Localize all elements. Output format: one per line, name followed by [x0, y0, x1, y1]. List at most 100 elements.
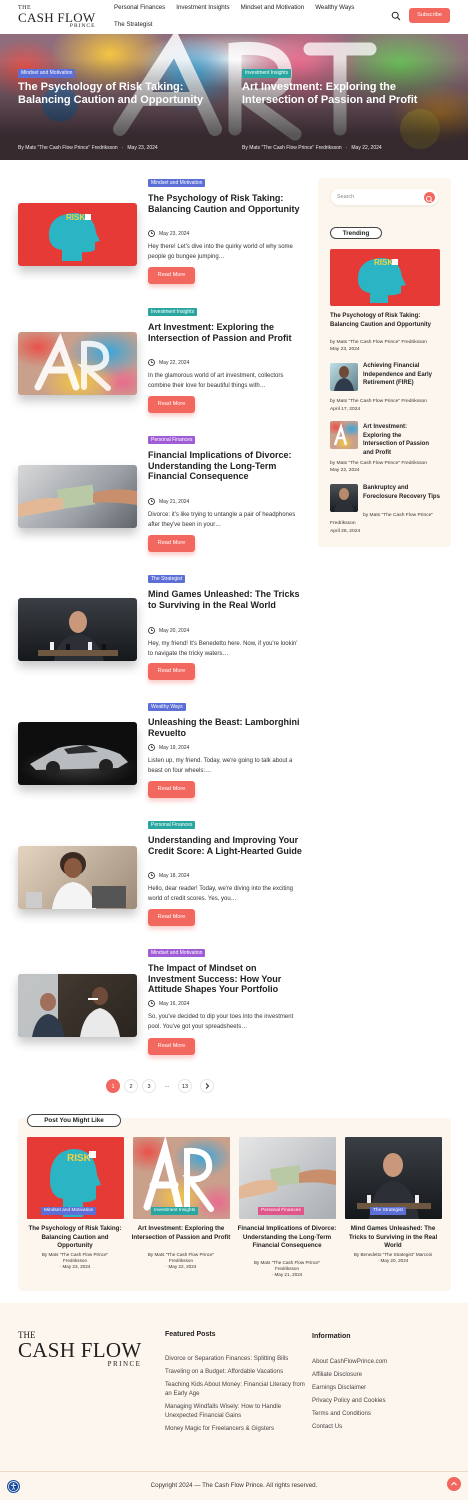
related-title[interactable]: Art Investment: Exploring the Intersecti… — [131, 1225, 231, 1242]
hero-author[interactable]: By Mats "The Cash Flow Prince" Fredrikss… — [18, 145, 118, 151]
post-thumbnail-lamborghini[interactable] — [18, 722, 137, 785]
footer-info-link[interactable]: Affiliate Disclosure — [312, 1370, 362, 1379]
pagination-page[interactable]: 1 — [106, 1079, 120, 1093]
post-category-badge[interactable]: Mindset and Motivation — [148, 949, 206, 957]
trending-author[interactable]: Fredriksson — [330, 520, 356, 528]
related-category-badge[interactable]: Investment Insights — [151, 1207, 199, 1215]
footer-featured-link[interactable]: Traveling on a Budget: Affordable Vacati… — [165, 1367, 305, 1376]
post-title[interactable]: Understanding and Improving Your Credit … — [148, 835, 306, 856]
footer-logo[interactable]: THE CASH FLOW PRINCE — [18, 1331, 141, 1368]
sidebar-search-button[interactable] — [424, 192, 435, 203]
post-thumbnail-art[interactable] — [18, 332, 137, 395]
trending-author[interactable]: by Mats "The Cash Flow Prince" — [363, 512, 433, 520]
trending-featured-image[interactable]: RISK — [330, 249, 440, 306]
hero-category-badge[interactable]: Investment Insights — [242, 69, 292, 78]
trending-thumb-bankruptcy[interactable] — [330, 484, 358, 512]
accessibility-button[interactable] — [7, 1480, 20, 1493]
related-title[interactable]: Financial Implications of Divorce: Under… — [237, 1225, 337, 1251]
related-title[interactable]: Mind Games Unleashed: The Tricks to Surv… — [343, 1225, 443, 1251]
related-category-badge[interactable]: Mindset and Motivation — [41, 1207, 97, 1215]
related-date: · May 22, 2024 — [165, 1264, 197, 1269]
post-title[interactable]: The Impact of Mindset on Investment Succ… — [148, 963, 306, 995]
trending-title[interactable]: Bankruptcy and Foreclosure Recovery Tips — [363, 484, 443, 501]
related-title[interactable]: The Psychology of Risk Taking: Balancing… — [25, 1225, 125, 1251]
hero-meta: By Mats "The Cash Flow Prince" Fredrikss… — [18, 145, 158, 151]
hero-author[interactable]: By Mats "The Cash Flow Prince" Fredrikss… — [242, 145, 342, 151]
post-date: May 21, 2024 — [148, 498, 189, 505]
read-more-button[interactable]: Read More — [148, 396, 195, 413]
read-more-button[interactable]: Read More — [148, 267, 195, 284]
post-date-text: May 16, 2024 — [159, 1000, 190, 1007]
trending-title[interactable]: Art Investment: Exploring the Intersecti… — [363, 423, 435, 457]
post-date: May 18, 2024 — [148, 872, 189, 879]
read-more-button[interactable]: Read More — [148, 909, 195, 926]
search-icon[interactable] — [391, 11, 401, 21]
post-thumbnail-divorce[interactable] — [18, 465, 137, 528]
pagination-page[interactable]: 13 — [178, 1079, 192, 1093]
post-title[interactable]: Art Investment: Exploring the Intersecti… — [148, 322, 306, 343]
post-title[interactable]: Financial Implications of Divorce: Under… — [148, 450, 306, 482]
footer-featured-link[interactable]: Teaching Kids About Money: Financial Lit… — [165, 1380, 305, 1399]
post-excerpt: Hello, dear reader! Today, we're diving … — [148, 886, 294, 902]
read-more-button[interactable]: Read More — [148, 535, 195, 552]
footer-info-link[interactable]: About CashFlowPrince.com — [312, 1357, 387, 1366]
read-more-button[interactable]: Read More — [148, 1038, 195, 1055]
hero-title[interactable]: The Psychology of Risk Taking: Balancing… — [18, 81, 228, 106]
scroll-to-top-button[interactable] — [447, 1477, 461, 1491]
hero-title[interactable]: Art Investment: Exploring the Intersecti… — [242, 81, 452, 106]
chevron-right-icon — [205, 1083, 210, 1089]
post-title[interactable]: Unleashing the Beast: Lamborghini Revuel… — [148, 717, 306, 738]
nav-the-strategist[interactable]: The Strategist — [114, 21, 153, 28]
footer-info-link[interactable]: Privacy Policy and Cookies — [312, 1396, 386, 1405]
footer-info-link[interactable]: Terms and Conditions — [312, 1409, 371, 1418]
post-date-text: May 20, 2024 — [159, 627, 190, 634]
nav-personal-finances[interactable]: Personal Finances — [114, 4, 165, 11]
site-logo[interactable]: THE CASH FLOW PRINCE — [18, 5, 95, 30]
trending-date: April 26, 2024 — [330, 529, 361, 534]
related-category-badge[interactable]: Personal Finances — [258, 1207, 304, 1215]
read-more-button[interactable]: Read More — [148, 781, 195, 798]
post-category-badge[interactable]: Personal Finances — [148, 436, 196, 444]
post-category-badge[interactable]: Mindset and Motivation — [148, 179, 206, 187]
footer-featured-link[interactable]: Money Magic for Freelancers & Gigsters — [165, 1424, 305, 1433]
trending-thumb-art[interactable] — [330, 421, 358, 449]
trending-title[interactable]: Achieving Financial Independence and Ear… — [363, 362, 435, 388]
nav-mindset-motivation[interactable]: Mindset and Motivation — [241, 4, 305, 11]
post-category-badge[interactable]: Personal Finances — [148, 821, 196, 829]
footer-featured-link[interactable]: Managing Windfalls Wisely: How to Handle… — [165, 1402, 300, 1421]
post-thumbnail-strategist[interactable] — [18, 598, 137, 661]
clock-icon — [148, 498, 155, 505]
clock-icon — [148, 744, 155, 751]
post-category-badge[interactable]: Investment Insights — [148, 308, 198, 316]
trending-thumb-fire[interactable] — [330, 363, 358, 391]
pagination-page[interactable]: 2 — [124, 1079, 138, 1093]
footer-info-link[interactable]: Earnings Disclaimer — [312, 1383, 366, 1392]
copyright-text: Copyright 2024 — The Cash Flow Prince. A… — [150, 1482, 318, 1489]
related-category-badge[interactable]: The Strategist — [370, 1207, 406, 1215]
post-thumbnail-credit[interactable] — [18, 846, 137, 909]
hero-category-badge[interactable]: Mindset and Motivation — [18, 69, 76, 78]
footer-featured-link[interactable]: Divorce or Separation Finances: Splittin… — [165, 1354, 305, 1363]
nav-wealthy-ways[interactable]: Wealthy Ways — [315, 4, 354, 11]
svg-text:RISK: RISK — [374, 258, 393, 267]
post-excerpt: Hey there! Let's dive into the quirky wo… — [148, 244, 293, 260]
pagination-next[interactable] — [200, 1079, 214, 1093]
post-thumbnail-risk[interactable]: RISK — [18, 203, 137, 266]
post-category-badge[interactable]: The Strategist — [148, 575, 186, 583]
sidebar-search-input[interactable]: Search — [331, 189, 438, 205]
post-thumbnail-mindset[interactable] — [18, 974, 137, 1037]
nav-investment-insights[interactable]: Investment Insights — [176, 4, 229, 11]
post-title[interactable]: The Psychology of Risk Taking: Balancing… — [148, 193, 306, 214]
hero-date: May 22, 2024 — [351, 145, 382, 151]
pagination-page[interactable]: 3 — [142, 1079, 156, 1093]
read-more-button[interactable]: Read More — [148, 663, 195, 680]
post-title[interactable]: Mind Games Unleashed: The Tricks to Surv… — [148, 589, 306, 610]
logo-prince: PRINCE — [107, 1360, 142, 1368]
post-category-badge[interactable]: Wealthy Ways — [148, 703, 186, 711]
trending-featured-title[interactable]: The Psychology of Risk Taking: Balancing… — [330, 312, 440, 329]
subscribe-button[interactable]: Subscribe — [409, 8, 450, 23]
trending-author[interactable]: by Mats "The Cash Flow Prince" Fredrikss… — [330, 398, 427, 406]
post-excerpt: So, you've decided to dip your toes into… — [148, 1014, 294, 1030]
footer-info-link[interactable]: Contact Us — [312, 1422, 342, 1431]
footer-divider — [0, 1471, 468, 1472]
